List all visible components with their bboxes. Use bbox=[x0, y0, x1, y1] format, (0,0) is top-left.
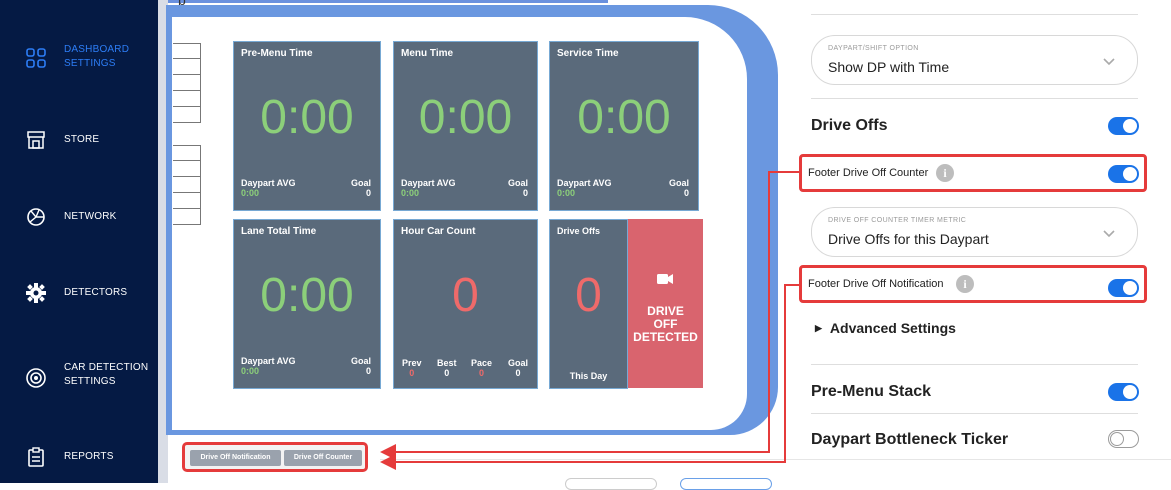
select-value: Show DP with Time bbox=[828, 59, 950, 75]
tile-hour-car-count: Hour Car Count 0 Prev 0 Best 0 Pace 0 Goal 0 bbox=[393, 219, 538, 389]
caret-right-icon: ▶ bbox=[815, 323, 822, 333]
sidebar-item-label: CAR DETECTION SETTINGS bbox=[64, 362, 149, 387]
sidebar-item-label: NETWORK bbox=[64, 211, 117, 222]
footer-drive-off-notification-toggle[interactable] bbox=[1108, 279, 1139, 297]
radar-icon bbox=[24, 366, 48, 390]
stat-pace: Pace 0 bbox=[471, 358, 493, 378]
tile-title: Service Time bbox=[557, 48, 619, 59]
tile-title: Lane Total Time bbox=[241, 226, 317, 237]
daypart-bottleneck-ticker-title: Daypart Bottleneck Ticker bbox=[811, 431, 1009, 448]
bottom-button[interactable] bbox=[680, 478, 772, 490]
tile-value: 0:00 bbox=[418, 91, 513, 144]
sidebar: DASHBOARD SETTINGS STORE NETWORK DETECTOR… bbox=[0, 0, 158, 483]
network-icon bbox=[24, 205, 48, 229]
drive-off-counter-button[interactable]: Drive Off Counter bbox=[284, 450, 362, 466]
divider bbox=[380, 459, 1171, 460]
daypart-shift-select[interactable]: DAYPART/SHIFT OPTION Show DP with Time bbox=[811, 35, 1138, 85]
pre-menu-stack-toggle[interactable] bbox=[1108, 383, 1139, 401]
tile-value: 0:00 bbox=[260, 91, 354, 144]
divider bbox=[811, 14, 1138, 15]
lane-indicator-upper bbox=[173, 43, 201, 123]
sidebar-item-detectors[interactable]: DETECTORS bbox=[0, 281, 158, 305]
sidebar-item-label: REPORTS bbox=[64, 451, 114, 462]
drive-offs-title: Drive Offs bbox=[811, 117, 888, 134]
divider bbox=[811, 364, 1138, 365]
footer-drive-off-notification-label: Footer Drive Off Notification bbox=[808, 278, 944, 290]
tile-value: 0:00 bbox=[577, 91, 671, 144]
goal: Goal 0 bbox=[507, 178, 528, 198]
store-icon bbox=[24, 128, 48, 152]
grid-icon bbox=[24, 46, 48, 70]
top-rule bbox=[168, 0, 608, 3]
clipboard-icon bbox=[24, 445, 48, 469]
daypart-bottleneck-ticker-toggle[interactable] bbox=[1108, 430, 1139, 448]
drive-offs-toggle[interactable] bbox=[1108, 117, 1139, 135]
chevron-down-icon bbox=[1103, 225, 1115, 243]
alert-text: DRIVE OFF DETECTED bbox=[633, 304, 698, 344]
drive-off-timer-metric-select[interactable]: DRIVE OFF COUNTER TIMER METRIC Drive Off… bbox=[811, 207, 1138, 257]
lane-indicator-lower bbox=[173, 145, 201, 225]
tile-title: Pre-Menu Time bbox=[241, 48, 313, 59]
goal: Goal 0 bbox=[668, 178, 689, 198]
divider bbox=[811, 98, 1138, 99]
tile-value: 0:00 bbox=[260, 269, 354, 322]
advanced-settings-toggle[interactable]: ▶ Advanced Settings bbox=[815, 320, 956, 336]
tile-lane-total-time: Lane Total Time 0:00 Daypart AVG 0:00 Goa… bbox=[233, 219, 381, 389]
sidebar-item-label: DASHBOARD SETTINGS bbox=[64, 44, 130, 69]
stat-goal: Goal 0 bbox=[508, 358, 529, 378]
daypart-avg: Daypart AVG 0:00 bbox=[557, 178, 612, 198]
bottom-button[interactable] bbox=[565, 478, 657, 490]
video-camera-icon bbox=[657, 272, 673, 290]
gear-icon bbox=[24, 281, 48, 305]
drive-offs-period: This Day bbox=[569, 371, 608, 381]
tile-pre-menu-time: Pre-Menu Time 0:00 Daypart AVG 0:00 Goal 0 bbox=[233, 41, 381, 211]
divider bbox=[811, 413, 1138, 414]
goal: Goal 0 bbox=[350, 178, 371, 198]
stat-best: Best 0 bbox=[437, 358, 457, 378]
tile-title: Drive Offs bbox=[557, 226, 601, 236]
sidebar-item-dashboard-settings[interactable]: DASHBOARD SETTINGS bbox=[0, 38, 158, 78]
daypart-avg: Daypart AVG 0:00 bbox=[241, 178, 296, 198]
tile-title: Hour Car Count bbox=[401, 226, 476, 237]
sidebar-item-network[interactable]: NETWORK bbox=[0, 205, 158, 229]
tile-service-time: Service Time 0:00 Daypart AVG 0:00 Goal 0 bbox=[549, 41, 699, 211]
footer-drive-off-notification-row: Footer Drive Off Notification i bbox=[799, 265, 1147, 303]
chevron-down-icon bbox=[1103, 53, 1115, 71]
tile-value: 0 bbox=[452, 269, 479, 322]
pre-menu-stack-title: Pre-Menu Stack bbox=[811, 383, 932, 400]
select-label: DRIVE OFF COUNTER TIMER METRIC bbox=[828, 217, 967, 224]
drive-off-detected-alert: DRIVE OFF DETECTED bbox=[628, 219, 703, 388]
footer-drive-off-counter-toggle[interactable] bbox=[1108, 165, 1139, 183]
footer-buttons-highlight: Drive Off Notification Drive Off Counter bbox=[182, 442, 368, 472]
sidebar-item-label: STORE bbox=[64, 134, 100, 145]
tile-drive-offs: Drive Offs 0 This Day bbox=[549, 219, 628, 389]
tile-menu-time: Menu Time 0:00 Daypart AVG 0:00 Goal 0 bbox=[393, 41, 538, 211]
info-icon[interactable]: i bbox=[936, 164, 954, 182]
daypart-avg: Daypart AVG 0:00 bbox=[241, 356, 296, 376]
sidebar-item-store[interactable]: STORE bbox=[0, 128, 158, 152]
footer-drive-off-counter-label: Footer Drive Off Counter bbox=[808, 167, 929, 179]
sidebar-item-reports[interactable]: REPORTS bbox=[0, 445, 158, 469]
daypart-avg: Daypart AVG 0:00 bbox=[401, 178, 456, 198]
sidebar-item-car-detection-settings[interactable]: CAR DETECTION SETTINGS bbox=[0, 358, 158, 398]
info-icon[interactable]: i bbox=[956, 275, 974, 293]
tile-value: 0 bbox=[575, 269, 602, 322]
goal: Goal 0 bbox=[350, 356, 371, 376]
select-value: Drive Offs for this Daypart bbox=[828, 231, 989, 247]
footer-drive-off-counter-row: Footer Drive Off Counter i bbox=[799, 154, 1147, 192]
stat-prev: Prev 0 bbox=[402, 358, 422, 378]
tile-title: Menu Time bbox=[401, 48, 454, 59]
select-label: DAYPART/SHIFT OPTION bbox=[828, 45, 919, 52]
drive-off-notification-button[interactable]: Drive Off Notification bbox=[190, 450, 281, 466]
sidebar-item-label: DETECTORS bbox=[64, 287, 128, 298]
